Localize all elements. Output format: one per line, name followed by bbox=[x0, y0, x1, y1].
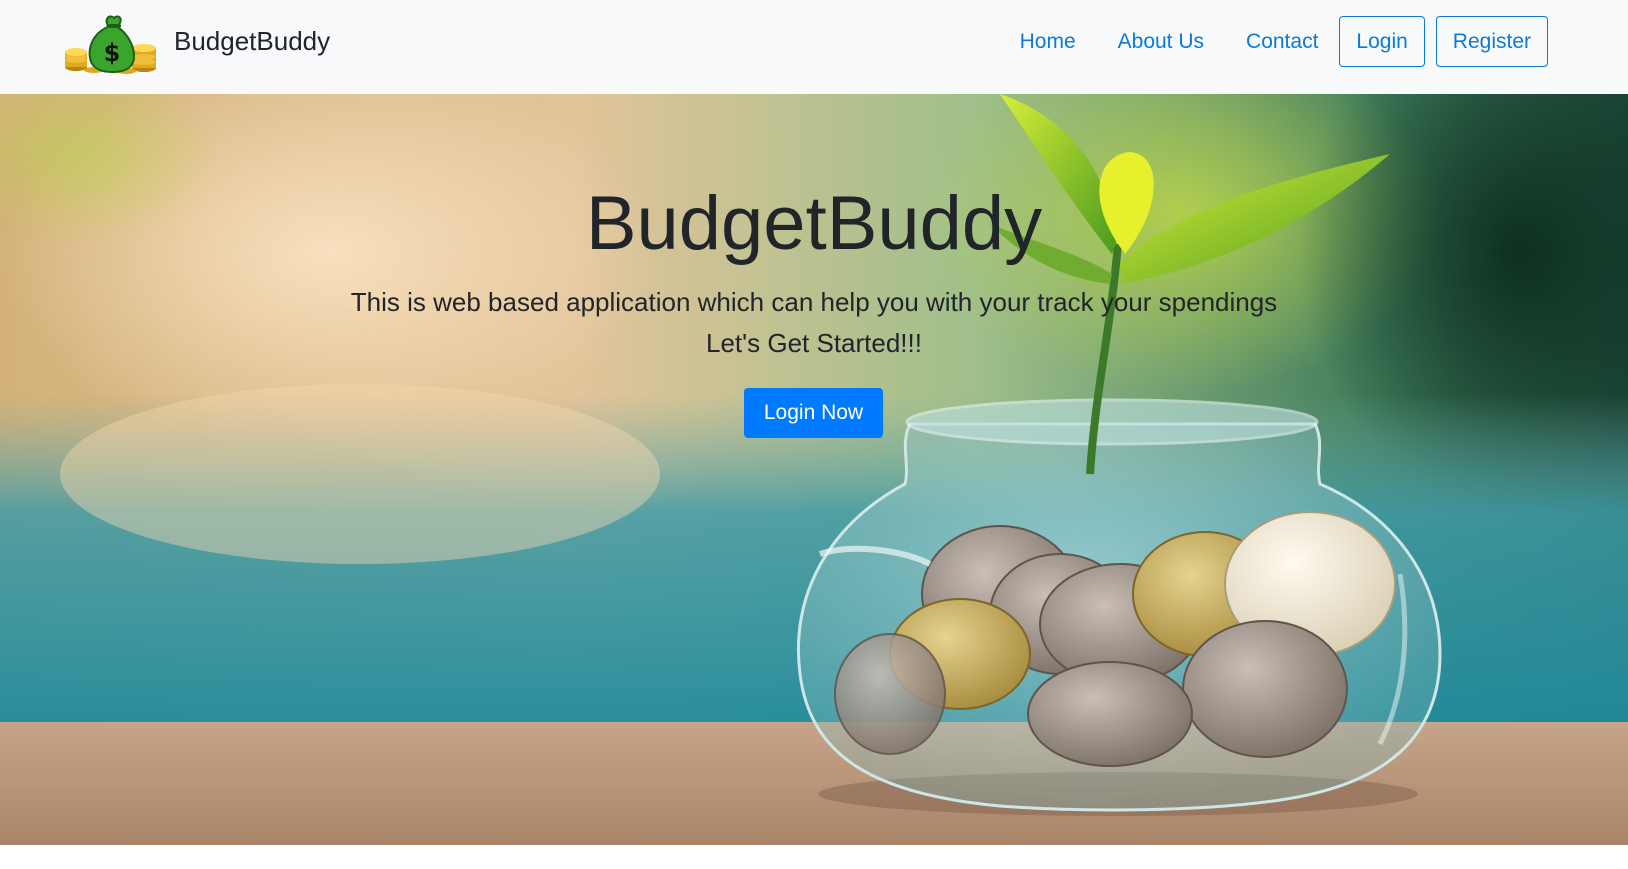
nav-link-about-us[interactable]: About Us bbox=[1097, 16, 1225, 67]
login-now-button[interactable]: Login Now bbox=[744, 388, 883, 438]
nav-link-contact[interactable]: Contact bbox=[1225, 16, 1339, 67]
hero-title: BudgetBuddy bbox=[585, 181, 1043, 266]
page-bottom bbox=[0, 845, 1628, 869]
money-bag-icon: $ bbox=[65, 15, 156, 74]
brand-link[interactable]: $ BudgetBuddy bbox=[64, 12, 330, 74]
login-button[interactable]: Login bbox=[1339, 16, 1425, 67]
svg-text:$: $ bbox=[104, 39, 121, 67]
navbar: $ BudgetBuddy Home About Us Contact Logi… bbox=[0, 0, 1628, 94]
hero-section: BudgetBuddy This is web based applicatio… bbox=[0, 94, 1628, 845]
nav-menu: Home About Us Contact Login Register bbox=[999, 16, 1548, 67]
nav-link-home[interactable]: Home bbox=[999, 16, 1097, 67]
hero-subtitle: Let's Get Started!!! bbox=[706, 328, 922, 358]
hero-tagline: This is web based application which can … bbox=[350, 287, 1278, 317]
register-button[interactable]: Register bbox=[1435, 16, 1548, 67]
brand-name: BudgetBuddy bbox=[174, 25, 331, 56]
